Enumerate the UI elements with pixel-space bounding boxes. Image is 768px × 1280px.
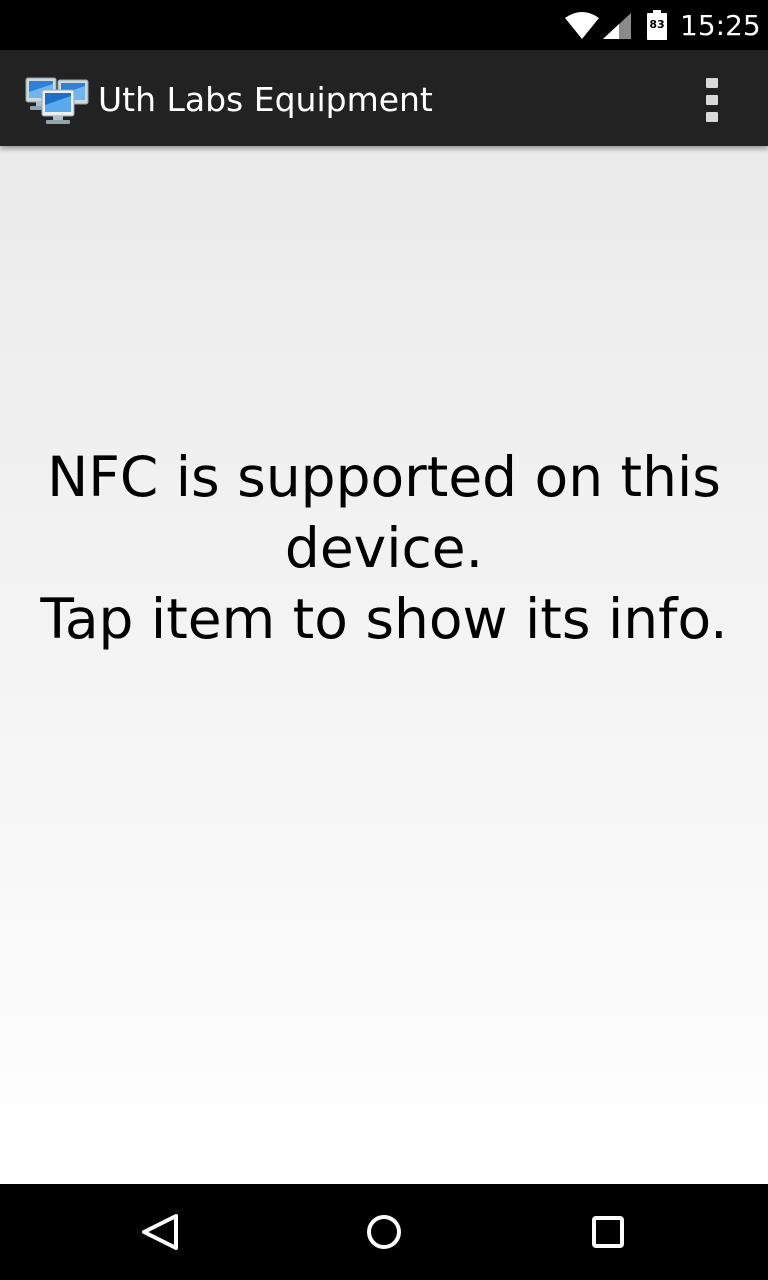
back-icon[interactable] — [132, 1204, 188, 1260]
message-line: NFC is supported on this — [47, 445, 721, 509]
nfc-status-message: NFC is supported on this device. Tap ite… — [0, 442, 768, 655]
home-icon[interactable] — [356, 1204, 412, 1260]
battery-level: 83 — [649, 18, 665, 31]
computers-network-icon — [25, 77, 89, 124]
recents-icon[interactable] — [580, 1204, 636, 1260]
wifi-icon — [565, 12, 599, 39]
message-line: device. — [284, 516, 484, 580]
navigation-bar — [0, 1184, 768, 1280]
action-bar: Uth Labs Equipment — [0, 50, 768, 146]
cell-signal-icon — [603, 13, 631, 39]
overflow-dot — [706, 112, 718, 122]
status-clock: 15:25 — [680, 9, 761, 42]
status-bar: 83 15:25 — [0, 0, 768, 50]
message-line: Tap item to show its info. — [40, 587, 728, 651]
overflow-dot — [706, 95, 718, 105]
overflow-dot — [706, 78, 718, 88]
main-content: NFC is supported on this device. Tap ite… — [0, 146, 768, 1184]
overflow-menu-icon[interactable] — [688, 72, 736, 128]
app-title: Uth Labs Equipment — [98, 80, 433, 119]
